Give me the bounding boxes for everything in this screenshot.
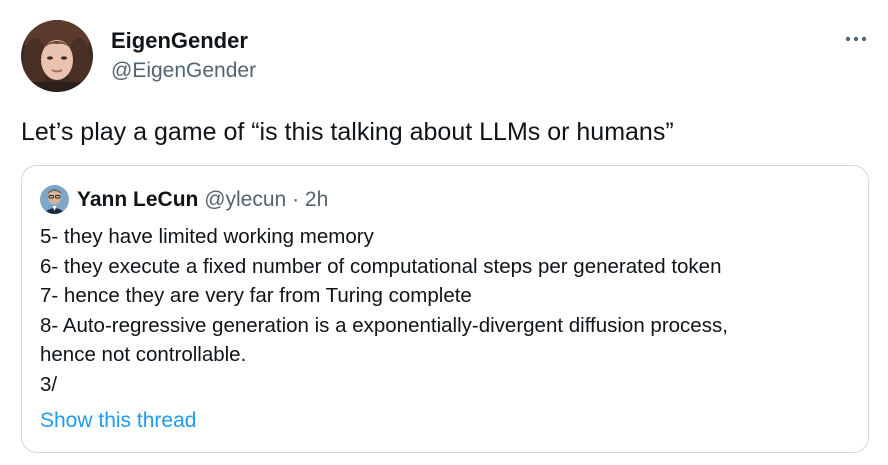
quoted-author-handle[interactable]: @ylecun bbox=[204, 188, 286, 211]
more-horizontal-icon[interactable] bbox=[838, 24, 874, 54]
quoted-text-line: 6- they execute a fixed number of comput… bbox=[40, 254, 722, 278]
header-separator: · bbox=[292, 188, 300, 211]
author-avatar-image bbox=[21, 20, 93, 92]
show-thread-link[interactable]: Show this thread bbox=[40, 406, 196, 436]
quoted-author-avatar[interactable] bbox=[40, 185, 69, 214]
author-avatar[interactable] bbox=[21, 20, 93, 92]
quoted-text-line: 3/ bbox=[40, 372, 58, 396]
quoted-tweet-header: Yann LeCun @ylecun · 2h bbox=[77, 185, 328, 214]
quoted-tweet-text: 5- they have limited working memory 6- t… bbox=[40, 222, 860, 400]
quoted-author-avatar-image bbox=[40, 185, 69, 214]
quoted-text-line: 5- they have limited working memory bbox=[40, 225, 374, 248]
quoted-author-name[interactable]: Yann LeCun bbox=[77, 188, 198, 211]
quoted-text-line: hence not controllable. bbox=[40, 343, 247, 367]
tweet-text: Let’s play a game of “is this talking ab… bbox=[21, 118, 674, 146]
tweet: EigenGender @EigenGender Let’s play a ga… bbox=[0, 0, 888, 465]
quoted-text-line: 7- hence they are very far from Turing c… bbox=[40, 284, 472, 308]
author-handle[interactable]: @EigenGender bbox=[111, 57, 256, 85]
quoted-tweet-card[interactable]: Yann LeCun @ylecun · 2h 5- they have lim… bbox=[21, 165, 869, 453]
quoted-tweet-time[interactable]: 2h bbox=[305, 188, 328, 211]
author-name[interactable]: EigenGender bbox=[111, 27, 248, 55]
quoted-text-line: 8- Auto-regressive generation is a expon… bbox=[40, 313, 728, 337]
